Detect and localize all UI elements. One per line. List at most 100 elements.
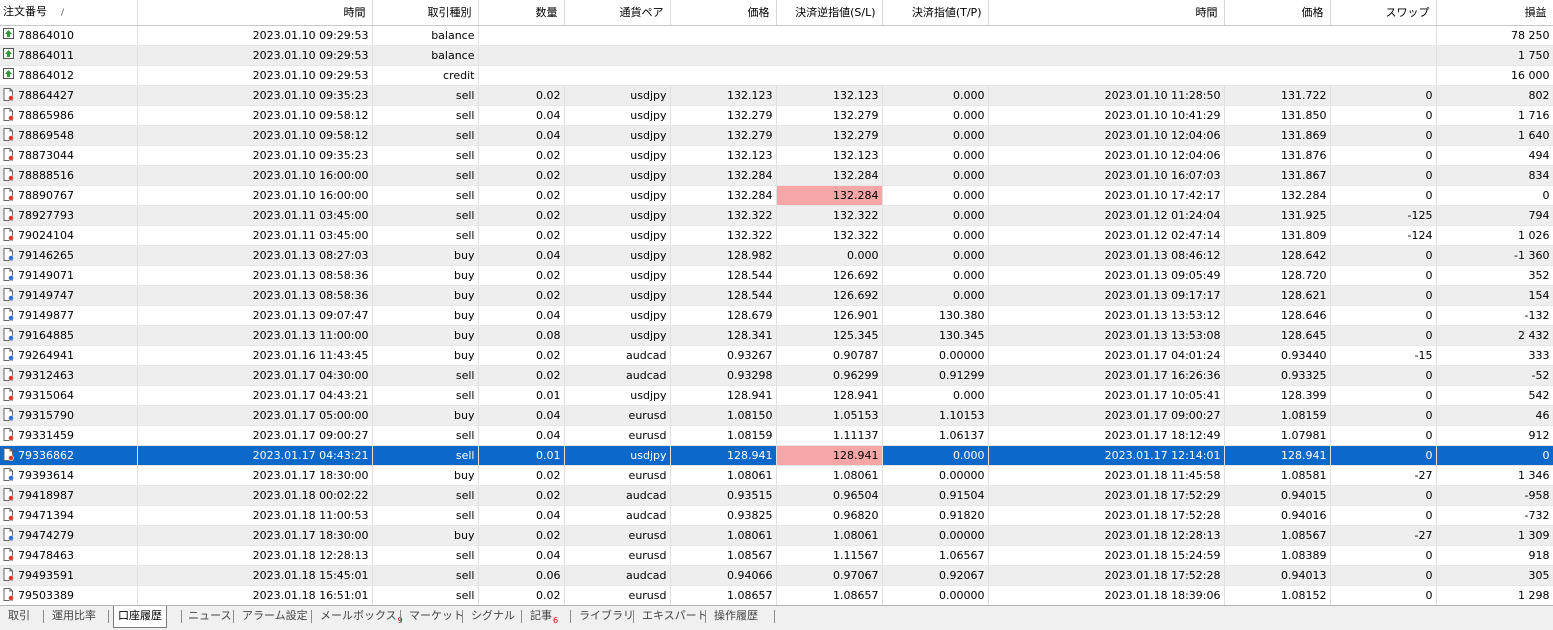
cell-open-price: 0.93515: [670, 485, 777, 506]
cell-profit: 46: [1436, 405, 1553, 426]
col-header-symbol[interactable]: 通貨ペア: [564, 0, 671, 26]
tab-alerts[interactable]: アラーム設定: [238, 606, 312, 628]
table-row-selected[interactable]: 79336862 2023.01.17 04:43:21 sell 0.01 usdjp…: [0, 445, 1553, 466]
buy-order-icon: [3, 408, 14, 421]
table-row[interactable]: 79024104 2023.01.11 03:45:00 sell 0.02 usdjp…: [0, 225, 1553, 246]
cell-size-value: 0.02: [536, 349, 561, 362]
table-row[interactable]: 78890767 2023.01.10 16:00:00 sell 0.02 usdjp…: [0, 185, 1553, 206]
col-header-profit[interactable]: 損益: [1436, 0, 1553, 26]
cell-swap: -27: [1330, 465, 1437, 486]
table-row[interactable]: 78888516 2023.01.10 16:00:00 sell 0.02 usdjp…: [0, 165, 1553, 186]
table-row[interactable]: 79503389 2023.01.18 16:51:01 sell 0.02 eurus…: [0, 585, 1553, 606]
tab-articles[interactable]: 記事6: [526, 606, 562, 628]
cell-tp: 0.000: [882, 205, 989, 226]
cell-profit-value: 1 309: [1518, 529, 1550, 542]
table-row[interactable]: 79474279 2023.01.17 18:30:00 buy 0.02 eurusd…: [0, 525, 1553, 546]
col-header-open-time[interactable]: 時間: [137, 0, 373, 26]
table-row[interactable]: 78864010 2023.01.10 09:29:53 balance 78 250: [0, 25, 1553, 46]
cell-size-value: 0.04: [536, 309, 561, 322]
cell-open-price: 132.322: [670, 225, 777, 246]
table-row[interactable]: 79315064 2023.01.17 04:43:21 sell 0.01 usdjp…: [0, 385, 1553, 406]
cell-close-time: 2023.01.10 11:28:50: [988, 85, 1225, 106]
table-row[interactable]: 78873044 2023.01.10 09:35:23 sell 0.02 usdjp…: [0, 145, 1553, 166]
cell-type-value: sell: [455, 189, 475, 202]
table-row[interactable]: 78869548 2023.01.10 09:58:12 sell 0.04 usdjp…: [0, 125, 1553, 146]
tab-library[interactable]: ライブラリ: [575, 606, 638, 628]
tab-signals[interactable]: シグナル: [467, 606, 519, 628]
cell-tp-value: 0.00000: [939, 469, 985, 482]
table-row[interactable]: 79312463 2023.01.17 04:30:00 sell 0.02 audca…: [0, 365, 1553, 386]
tab-market[interactable]: マーケット: [405, 606, 468, 628]
cell-profit-value: 2 432: [1518, 329, 1550, 342]
cell-size-value: 0.04: [536, 129, 561, 142]
cell-open-price-value: 132.279: [727, 109, 773, 122]
table-row[interactable]: 79471394 2023.01.18 11:00:53 sell 0.04 audca…: [0, 505, 1553, 526]
cell-open-price: 1.08567: [670, 545, 777, 566]
table-row[interactable]: 78864012 2023.01.10 09:29:53 credit 16 000: [0, 65, 1553, 86]
cell-ticket-value: 79149071: [18, 269, 74, 282]
buy-order-icon: [3, 348, 14, 361]
cell-sl: 1.11137: [776, 425, 883, 446]
col-header-close-price[interactable]: 価格: [1224, 0, 1331, 26]
cell-close-price: 128.646: [1224, 305, 1331, 326]
cell-close-price: 0.93325: [1224, 365, 1331, 386]
tab-separator: [570, 610, 571, 623]
tab-account-history[interactable]: 口座履歴: [113, 606, 167, 628]
table-row[interactable]: 79478463 2023.01.18 12:28:13 sell 0.04 eurus…: [0, 545, 1553, 566]
table-row[interactable]: 79146265 2023.01.13 08:27:03 buy 0.04 usdjpy…: [0, 245, 1553, 266]
table-row[interactable]: 78865986 2023.01.10 09:58:12 sell 0.04 usdjp…: [0, 105, 1553, 126]
tab-trade[interactable]: 取引: [4, 606, 34, 628]
cell-open-price: 128.544: [670, 265, 777, 286]
tab-exposure[interactable]: 運用比率: [48, 606, 100, 628]
col-header-size[interactable]: 数量: [478, 0, 565, 26]
cell-sl-value: 0.97067: [833, 569, 879, 582]
table-row[interactable]: 79149877 2023.01.13 09:07:47 buy 0.04 usdjpy…: [0, 305, 1553, 326]
cell-sl: 0.000: [776, 245, 883, 266]
cell-close-price: 1.07981: [1224, 425, 1331, 446]
col-header-type[interactable]: 取引種別: [372, 0, 479, 26]
table-row[interactable]: 79264941 2023.01.16 11:43:45 buy 0.02 audcad…: [0, 345, 1553, 366]
table-row[interactable]: 79393614 2023.01.17 18:30:00 buy 0.02 eurusd…: [0, 465, 1553, 486]
cell-symbol-value: usdjpy: [630, 149, 667, 162]
table-row[interactable]: 79418987 2023.01.18 00:02:22 sell 0.02 audca…: [0, 485, 1553, 506]
cell-swap: 0: [1330, 445, 1437, 466]
col-header-swap[interactable]: スワップ: [1330, 0, 1437, 26]
table-row[interactable]: 79331459 2023.01.17 09:00:27 sell 0.04 eurus…: [0, 425, 1553, 446]
cell-size: 0.01: [478, 385, 565, 406]
table-row[interactable]: 78927793 2023.01.11 03:45:00 sell 0.02 usdjp…: [0, 205, 1553, 226]
cell-size: 0.02: [478, 485, 565, 506]
table-row[interactable]: 78864427 2023.01.10 09:35:23 sell 0.02 usdjp…: [0, 85, 1553, 106]
col-header-ticket[interactable]: 注文番号 /: [0, 0, 138, 26]
table-row[interactable]: 79149071 2023.01.13 08:58:36 buy 0.02 usdjpy…: [0, 265, 1553, 286]
cell-open-price-value: 132.322: [727, 229, 773, 242]
col-header-sl[interactable]: 決済逆指値(S/L): [776, 0, 883, 26]
tab-news[interactable]: ニュース: [184, 606, 235, 628]
cell-close-time: 2023.01.10 10:41:29: [988, 105, 1225, 126]
cell-open-time-value: 2023.01.10 16:00:00: [252, 169, 369, 182]
table-row[interactable]: 79164885 2023.01.13 11:00:00 buy 0.08 usdjpy…: [0, 325, 1553, 346]
tab-journal[interactable]: 操作履歴: [710, 606, 762, 628]
cell-type: sell: [372, 85, 479, 106]
col-header-open-price[interactable]: 価格: [670, 0, 777, 26]
cell-close-price-value: 1.08152: [1281, 589, 1327, 602]
table-row[interactable]: 78864011 2023.01.10 09:29:53 balance 1 750: [0, 45, 1553, 66]
col-header-close-time[interactable]: 時間: [988, 0, 1225, 26]
cell-close-time: 2023.01.17 09:00:27: [988, 405, 1225, 426]
cell-ticket-value: 78869548: [18, 129, 74, 142]
col-header-tp[interactable]: 決済指値(T/P): [882, 0, 989, 26]
cell-profit-value: -52: [1531, 369, 1550, 382]
tab-mailbox[interactable]: メールボックス9: [316, 606, 407, 628]
table-row[interactable]: 79149747 2023.01.13 08:58:36 buy 0.02 usdjpy…: [0, 285, 1553, 306]
cell-close-time-value: 2023.01.12 01:24:04: [1104, 209, 1221, 222]
cell-ticket: 79331459: [0, 425, 138, 446]
tab-experts[interactable]: エキスパート: [638, 606, 712, 628]
table-row[interactable]: 79493591 2023.01.18 15:45:01 sell 0.06 audca…: [0, 565, 1553, 586]
cell-ticket: 78865986: [0, 105, 138, 126]
sell-order-icon: [3, 588, 14, 601]
cell-swap-value: 0: [1425, 449, 1433, 462]
table-row[interactable]: 79315790 2023.01.17 05:00:00 buy 0.04 eurusd…: [0, 405, 1553, 426]
cell-symbol-value: audcad: [626, 569, 667, 582]
cell-close-time: 2023.01.12 01:24:04: [988, 205, 1225, 226]
cell-profit-value: 0: [1542, 449, 1550, 462]
cell-open-time-value: 2023.01.17 18:30:00: [252, 469, 369, 482]
